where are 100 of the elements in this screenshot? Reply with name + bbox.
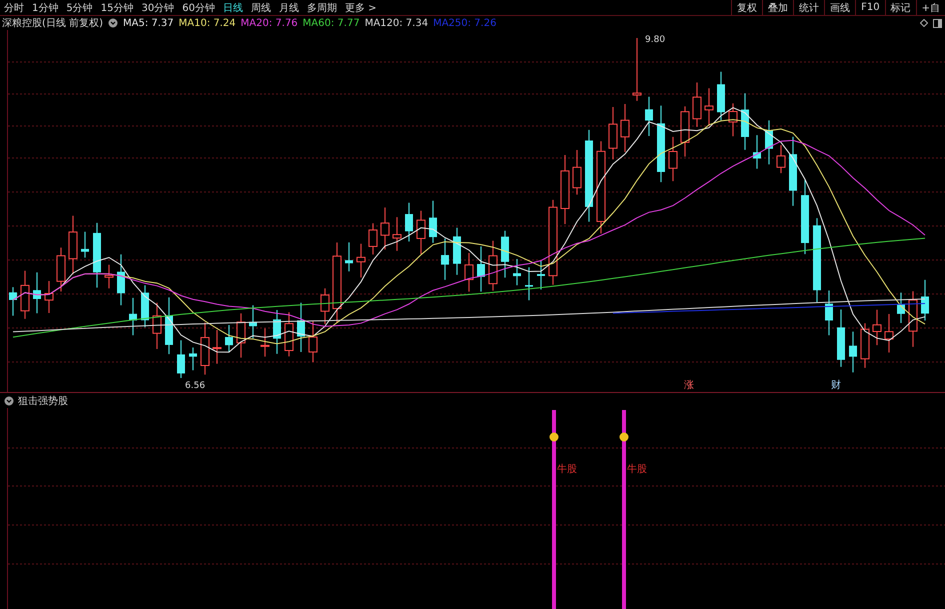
candlestick: [189, 346, 197, 371]
candlestick: [921, 279, 929, 321]
period-tab[interactable]: 周线: [246, 0, 275, 14]
candlestick: [884, 314, 894, 354]
candlestick: [104, 264, 114, 289]
candlestick: [33, 272, 41, 314]
moving-average-label: MA10: 7.24: [178, 18, 236, 28]
candlestick: [129, 297, 137, 336]
candlestick: [525, 266, 533, 301]
stock-title: 深粮控股(日线 前复权): [2, 16, 103, 30]
panel-icon[interactable]: [933, 18, 942, 28]
candlestick: [56, 247, 66, 292]
candlestick: [908, 290, 918, 348]
candlestick: [513, 258, 521, 286]
candlestick: [212, 329, 222, 364]
ball-icon: [550, 432, 558, 442]
candlestick: [632, 38, 642, 102]
candlestick: [249, 304, 257, 339]
candlestick: [236, 312, 246, 358]
candlestick: [728, 102, 738, 137]
event-marker: 涨: [684, 380, 694, 391]
period-tab[interactable]: 60分钟: [178, 0, 219, 14]
candlestick: [837, 309, 845, 368]
period-tab[interactable]: 5分钟: [62, 0, 97, 14]
candlestick: [429, 200, 437, 244]
candlestick: [165, 296, 173, 355]
period-tab[interactable]: 分时: [0, 0, 28, 14]
candlestick: [464, 252, 474, 292]
diamond-icon[interactable]: [920, 19, 928, 27]
candlestick: [225, 324, 233, 353]
period-tab[interactable]: 30分钟: [137, 0, 178, 14]
candlestick: [81, 231, 89, 258]
candlestick: [572, 150, 582, 196]
candlestick: [680, 106, 690, 158]
candlestick: [645, 96, 653, 137]
candlestick: [897, 292, 905, 324]
moving-average-label: MA250: 7.26: [433, 18, 496, 28]
period-tab[interactable]: 15分钟: [96, 0, 138, 14]
chevron-circle-icon[interactable]: [108, 18, 118, 28]
candlestick: [441, 238, 449, 280]
candlestick: [200, 322, 210, 376]
period-tab[interactable]: 1分钟: [28, 0, 62, 14]
moving-average-label: MA20: 7.76: [240, 18, 298, 28]
period-tab[interactable]: 日线: [218, 0, 247, 14]
candlestick: [488, 240, 498, 292]
candlestick: [860, 322, 870, 368]
high-price-label: 9.80: [645, 35, 666, 45]
candlestick: [392, 216, 402, 252]
candlestick: [405, 202, 413, 242]
candlestick: [416, 210, 426, 254]
candlestick: [825, 290, 833, 336]
period-tab[interactable]: 月线: [274, 0, 303, 14]
candlestick: [501, 230, 509, 278]
candlestick: [692, 82, 702, 128]
candlestick: [177, 340, 185, 378]
candlestick: [117, 254, 125, 306]
candlestick: [849, 331, 857, 373]
indicator-title: 狙击强势股: [18, 394, 68, 408]
event-marker: 财: [831, 380, 841, 391]
candlestick: [872, 309, 882, 346]
candlestick: [717, 71, 725, 121]
candlestick: [260, 328, 270, 358]
moving-average-label: MA60: 7.77: [302, 18, 360, 28]
period-tab[interactable]: 多周期: [302, 0, 341, 14]
candlestick: [741, 92, 749, 150]
candlestick: [308, 321, 318, 363]
candlestick: [668, 136, 678, 182]
period-tab[interactable]: 更多 >: [340, 0, 381, 14]
chevron-circle-icon[interactable]: [4, 396, 14, 406]
candlestick: [273, 310, 281, 354]
candlestick: [368, 222, 378, 255]
candlestick: [560, 154, 570, 225]
candlestick: [608, 106, 618, 160]
candlestick: [356, 243, 366, 278]
candlestick: [477, 246, 485, 292]
candlestick: [537, 260, 545, 290]
candlestick: [152, 302, 162, 350]
candlestick: [141, 284, 149, 328]
candlestick: [284, 312, 294, 357]
candlestick: [380, 207, 390, 250]
moving-average-label: MA120: 7.34: [364, 18, 428, 28]
candlestick: [44, 280, 54, 314]
candlestick: [68, 215, 78, 275]
candlestick: [345, 242, 353, 272]
candlestick: [93, 222, 101, 288]
candlestick: [320, 288, 330, 325]
candlestick: [765, 120, 773, 165]
candlestick: [776, 144, 786, 174]
low-price-label: 6.56: [185, 381, 206, 391]
candlestick: [620, 104, 630, 153]
moving-average-label: MA5: 7.37: [122, 18, 174, 28]
candlestick: [297, 302, 305, 353]
signal-label: 牛股: [627, 464, 647, 475]
ball-icon: [620, 432, 628, 442]
candlestick: [20, 270, 30, 320]
candlestick: [704, 88, 714, 126]
candlestick: [789, 136, 797, 206]
candlestick: [753, 134, 761, 170]
candlestick: [453, 227, 461, 276]
candlestick: [9, 286, 17, 316]
